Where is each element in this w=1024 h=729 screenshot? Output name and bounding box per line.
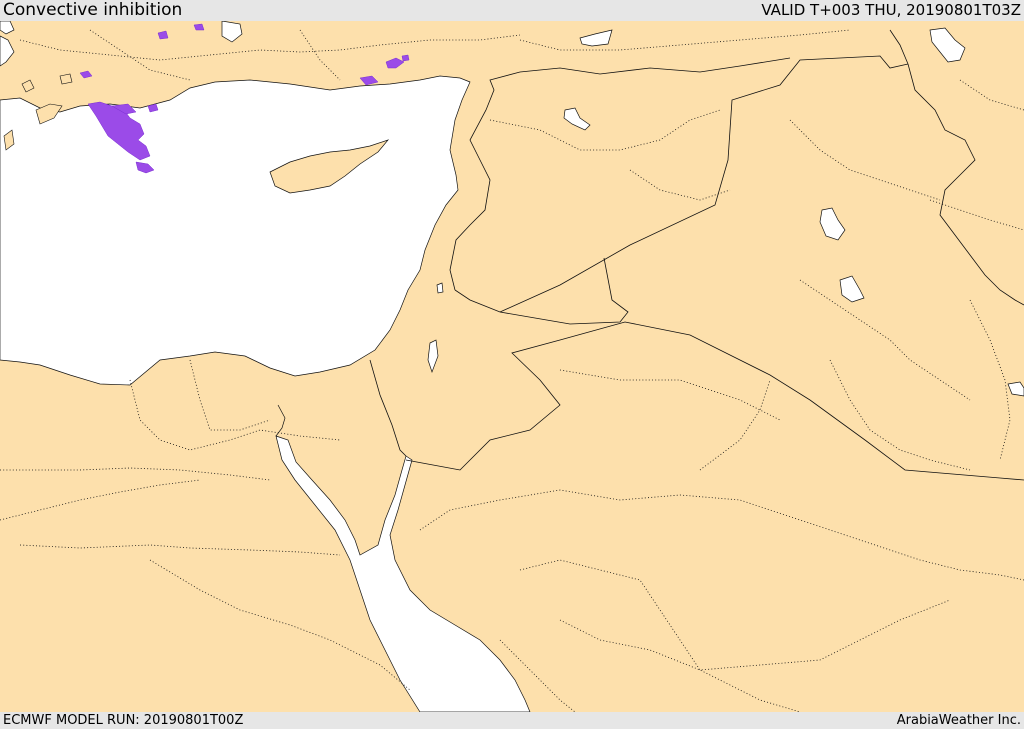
footer-bar: ECMWF MODEL RUN: 20190801T00Z ArabiaWeat… xyxy=(0,712,1024,729)
credit-label: ArabiaWeather Inc. xyxy=(896,713,1021,728)
aegean-island xyxy=(59,73,73,85)
map-title: Convective inhibition xyxy=(3,0,183,20)
valid-time-label: VALID T+003 THU, 20190801T03Z xyxy=(761,1,1021,19)
cin-area xyxy=(401,54,410,62)
sea-of-galilee xyxy=(436,282,444,294)
weather-map xyxy=(0,21,1024,712)
model-run-label: ECMWF MODEL RUN: 20190801T00Z xyxy=(3,713,244,728)
header-bar: Convective inhibition VALID T+003 THU, 2… xyxy=(0,0,1024,21)
cin-area xyxy=(193,23,205,31)
